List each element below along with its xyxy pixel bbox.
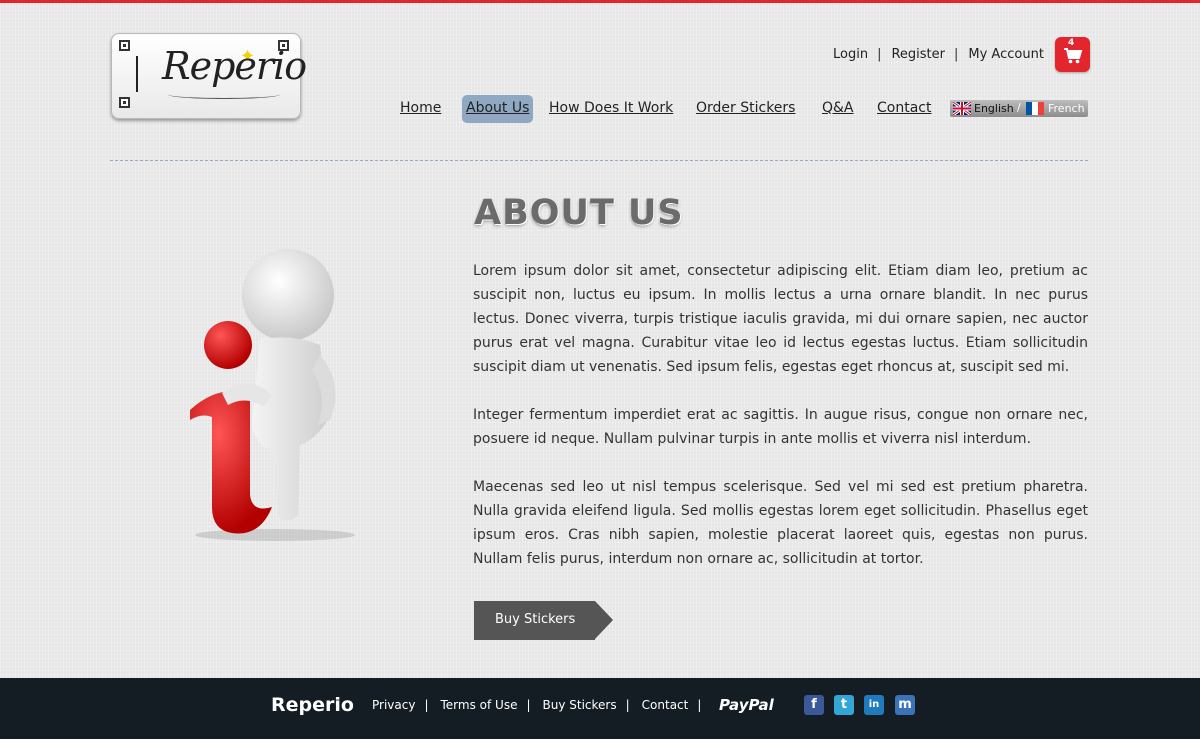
separator: | — [954, 47, 959, 62]
account-links: Login | Register | My Account — [833, 47, 1044, 62]
uk-flag-icon[interactable] — [953, 102, 971, 115]
cart-button[interactable]: 4 — [1055, 37, 1090, 72]
language-english[interactable]: English — [974, 102, 1014, 115]
facebook-icon[interactable]: f — [804, 695, 824, 715]
footer-links: Privacy | Terms of Use | Buy Stickers | Contac… — [372, 698, 713, 712]
page-title: ABOUT US — [474, 193, 684, 233]
footer-brand: Reperio — [271, 694, 354, 716]
footer: Reperio Privacy | Terms of Use | Buy Sticker… — [0, 678, 1200, 739]
language-french[interactable]: French — [1048, 102, 1085, 115]
linkedin-icon[interactable]: in — [864, 695, 884, 715]
register-link[interactable]: Register — [891, 47, 945, 62]
buy-stickers-label: Buy Stickers — [495, 612, 576, 627]
separator: | — [526, 698, 531, 712]
info-figure-illustration — [190, 249, 355, 541]
header-divider — [110, 160, 1088, 161]
buy-stickers-button[interactable]: Buy Stickers — [474, 601, 613, 640]
logo-text: Reperio — [162, 44, 307, 88]
france-flag-icon[interactable] — [1026, 102, 1044, 115]
logo-swirl — [168, 90, 280, 99]
login-link[interactable]: Login — [833, 47, 868, 62]
nav-contact[interactable]: Contact — [877, 95, 931, 123]
qr-corner-icon — [119, 40, 130, 51]
top-accent-bar — [0, 0, 1200, 3]
separator: | — [697, 698, 702, 712]
nav-how-does-it-work[interactable]: How Does It Work — [549, 95, 673, 123]
footer-link-buy-stickers[interactable]: Buy Stickers — [543, 698, 617, 712]
paragraph: Maecenas sed leo ut nisl tempus sceleris… — [473, 479, 1088, 567]
twitter-icon[interactable]: t — [834, 695, 854, 715]
separator: | — [625, 698, 630, 712]
nav-qa[interactable]: Q&A — [822, 95, 854, 123]
shopping-cart-icon — [1064, 48, 1083, 64]
nav-home[interactable]: Home — [400, 95, 441, 123]
paragraph: Integer fermentum imperdiet erat ac sagi… — [473, 407, 1088, 447]
about-content: Lorem ipsum dolor sit amet, consectetur … — [473, 259, 1088, 595]
language-switcher: English / French — [950, 100, 1088, 117]
nav-about-us[interactable]: About Us — [462, 95, 534, 123]
my-account-link[interactable]: My Account — [968, 47, 1044, 62]
footer-link-privacy[interactable]: Privacy — [372, 698, 415, 712]
footer-link-contact[interactable]: Contact — [642, 698, 689, 712]
separator: | — [877, 47, 882, 62]
qr-corner-icon — [119, 97, 130, 108]
arrow-tip-icon — [595, 601, 613, 639]
paypal-logo[interactable]: PayPal — [719, 696, 774, 714]
myspace-icon[interactable]: m — [895, 695, 915, 715]
cart-count-badge: 4 — [1068, 38, 1075, 48]
separator: | — [424, 698, 429, 712]
stick-figure-icon — [136, 56, 144, 92]
language-separator: / — [1017, 101, 1021, 114]
logo[interactable]: ✦ Reperio — [111, 33, 307, 119]
nav-order-stickers[interactable]: Order Stickers — [696, 95, 795, 123]
footer-link-terms[interactable]: Terms of Use — [441, 698, 518, 712]
paragraph: Lorem ipsum dolor sit amet, consectetur … — [473, 263, 1088, 375]
